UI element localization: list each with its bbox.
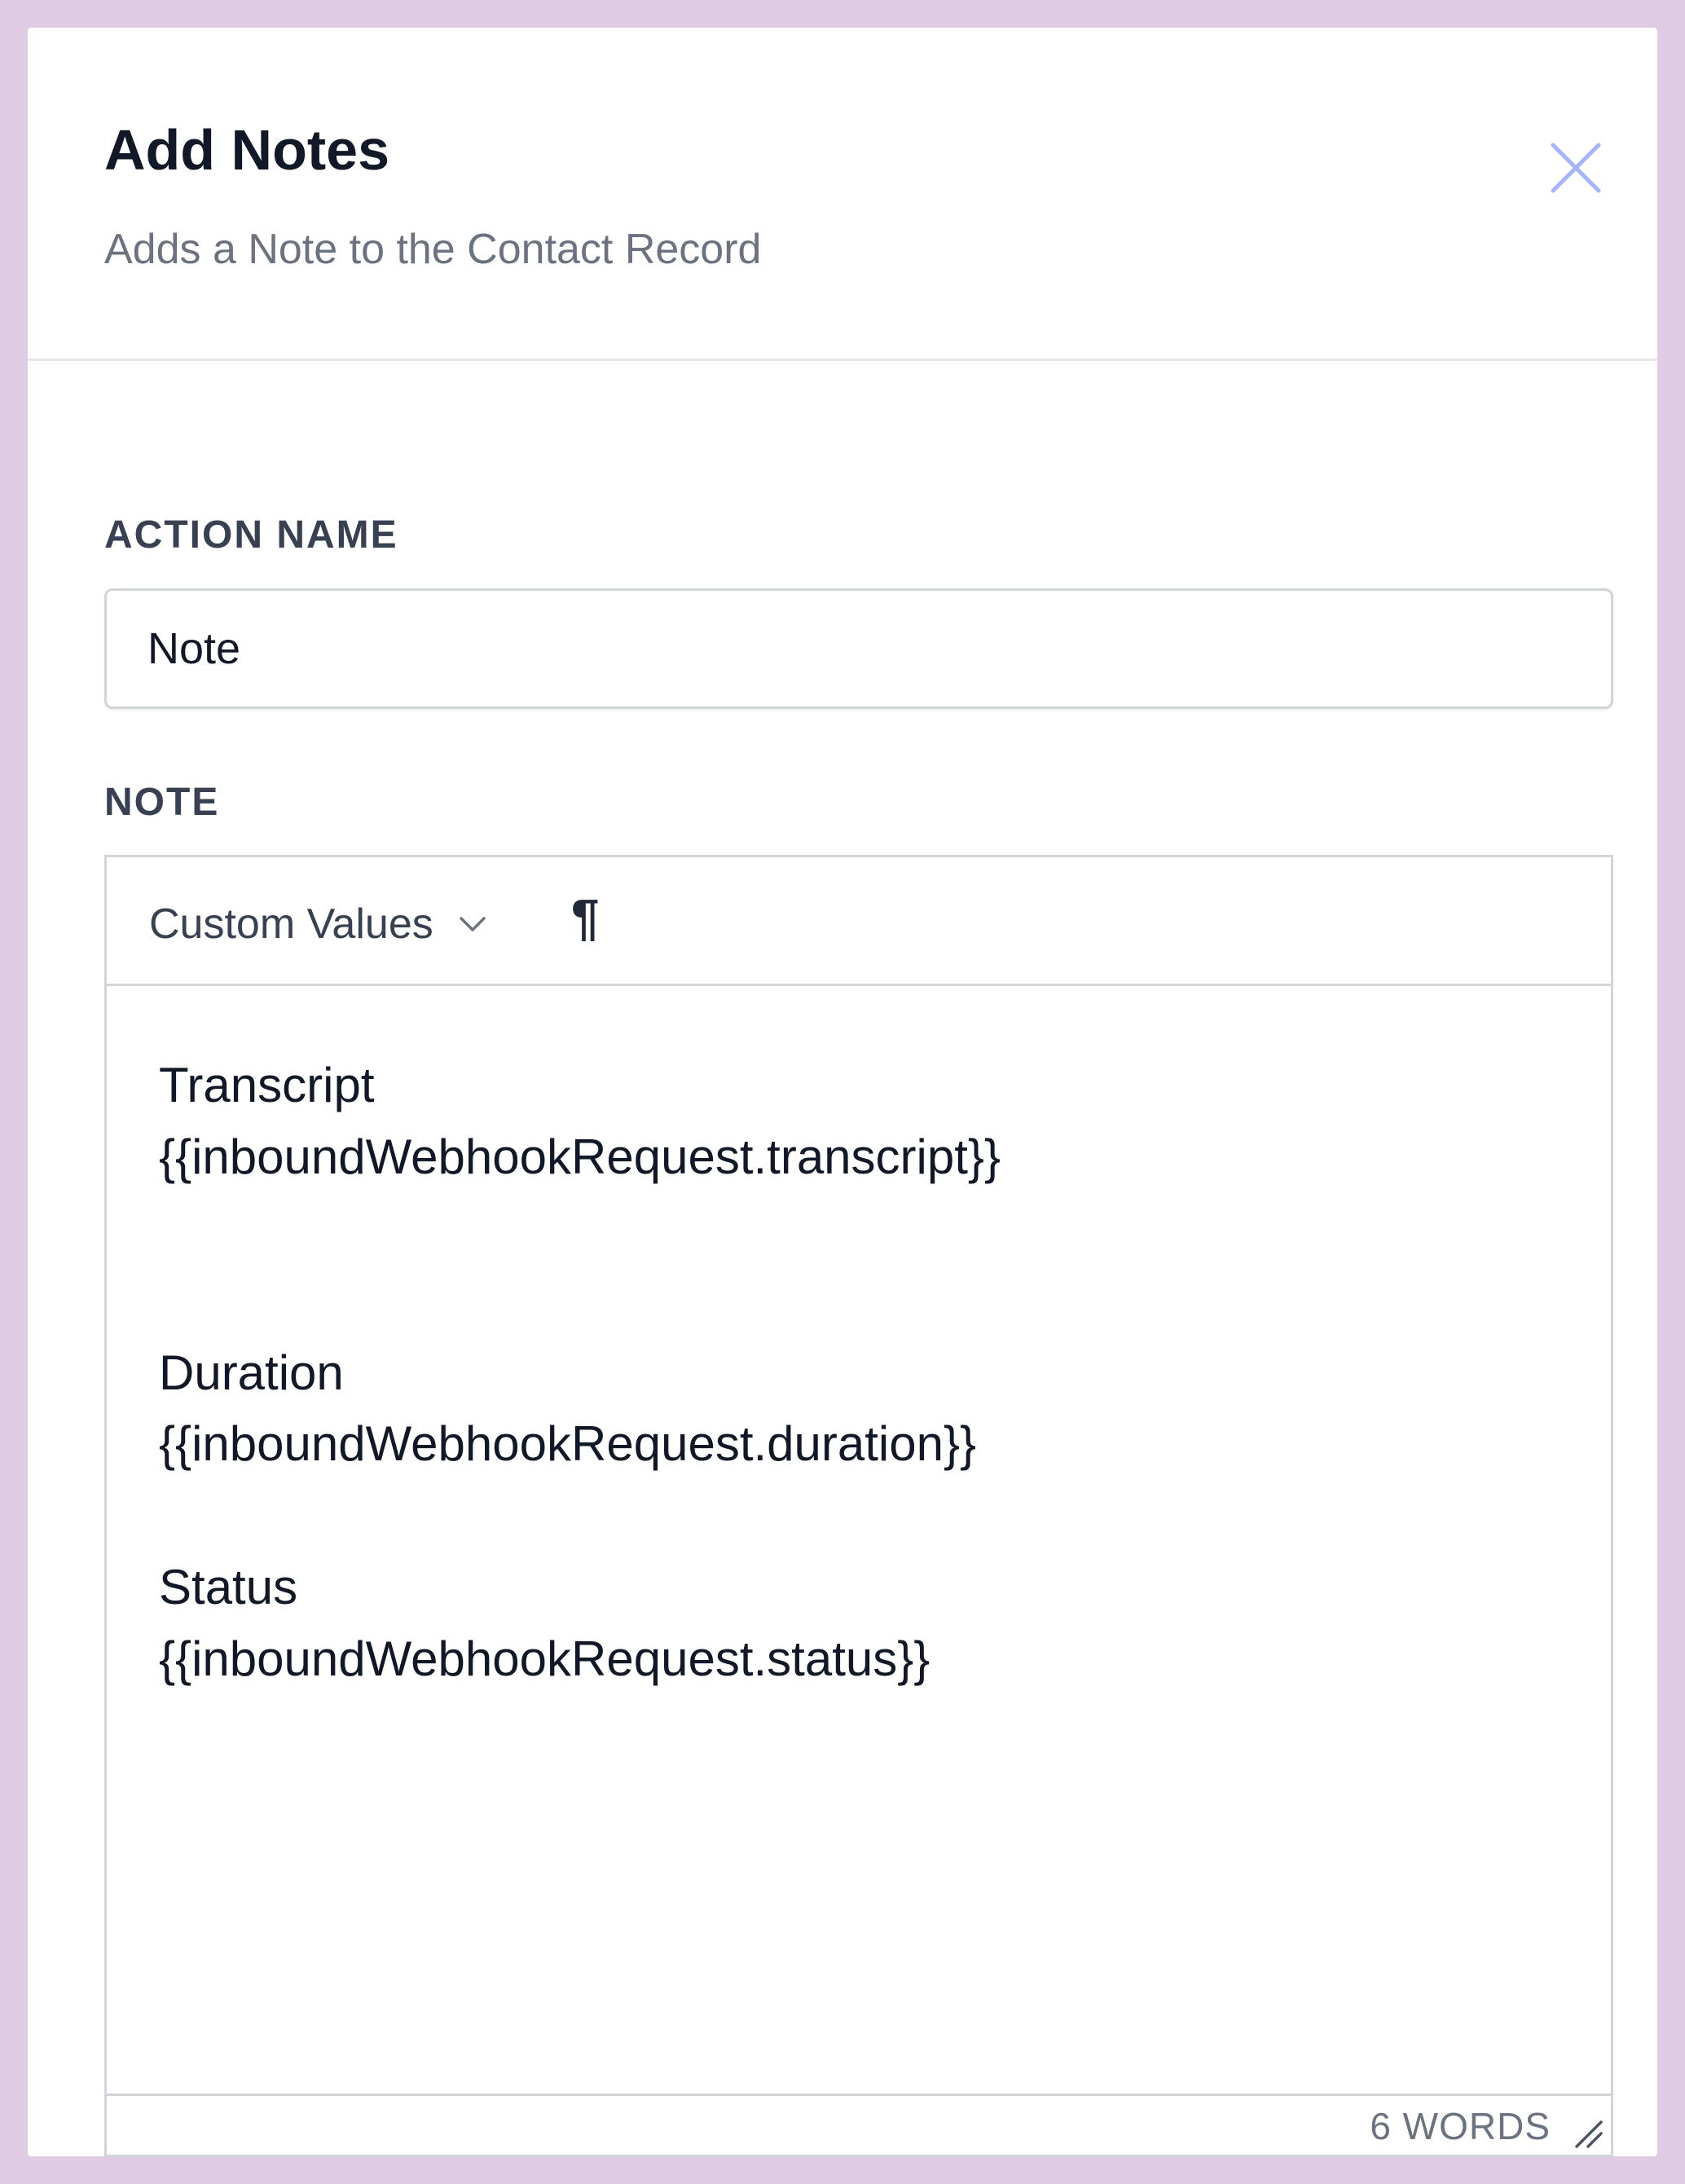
action-name-input[interactable] (104, 588, 1613, 709)
note-line-status-value: {{inboundWebhookRequest.status}} (159, 1631, 930, 1686)
panel-title: Add Notes (104, 118, 389, 182)
custom-values-label: Custom Values (149, 900, 433, 948)
note-label: NOTE (104, 781, 220, 824)
note-editor: Custom Values ¶ Transcript {{inboundWebh… (104, 855, 1613, 2157)
editor-status-bar: 6 WORDS (107, 2094, 1611, 2155)
custom-values-dropdown[interactable]: Custom Values (149, 900, 489, 949)
note-content-area[interactable]: Transcript {{inboundWebhookRequest.trans… (107, 986, 1611, 2096)
note-line-duration-value: {{inboundWebhookRequest.duration}} (159, 1416, 977, 1471)
resize-handle-icon (1575, 2120, 1603, 2148)
resize-handle[interactable] (1570, 2116, 1606, 2151)
action-name-label: ACTION NAME (104, 513, 398, 557)
note-line-status-label: Status (159, 1560, 298, 1614)
add-notes-panel: Add Notes Adds a Note to the Contact Rec… (28, 28, 1657, 2157)
paragraph-format-button[interactable]: ¶ (571, 893, 599, 944)
word-count: 6 WORDS (1370, 2105, 1551, 2147)
note-line-duration-label: Duration (159, 1345, 344, 1400)
editor-toolbar: Custom Values ¶ (107, 857, 1611, 986)
close-button[interactable] (1543, 135, 1608, 200)
note-line-transcript-label: Transcript (159, 1058, 375, 1112)
note-line-transcript-value: {{inboundWebhookRequest.transcript}} (159, 1129, 1001, 1184)
panel-subtitle: Adds a Note to the Contact Record (104, 226, 762, 273)
panel-header: Add Notes Adds a Note to the Contact Rec… (28, 28, 1657, 361)
close-icon (1551, 143, 1601, 193)
chevron-down-icon (460, 917, 486, 931)
